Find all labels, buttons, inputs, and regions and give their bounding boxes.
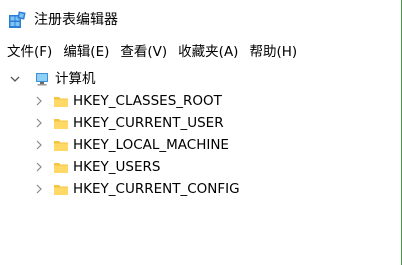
folder-icon	[54, 119, 68, 129]
folder-icon	[54, 141, 68, 151]
folder-icon	[54, 185, 68, 195]
menu-view[interactable]: 查看(V)	[114, 41, 172, 63]
chevron-down-icon[interactable]	[9, 73, 21, 85]
registry-tree: 计算机 HKEY_CLASSES_ROOT HKEY_CURRENT_USER …	[0, 66, 401, 265]
tree-node-hkey-local-machine[interactable]: HKEY_LOCAL_MACHINE	[33, 134, 229, 156]
tree-node-label: 计算机	[55, 71, 96, 87]
menu-file[interactable]: 文件(F)	[0, 41, 57, 63]
menu-favorites[interactable]: 收藏夹(A)	[172, 41, 243, 63]
folder-icon	[54, 97, 68, 107]
menu-bar: 文件(F) 编辑(E) 查看(V) 收藏夹(A) 帮助(H)	[0, 41, 401, 63]
window-title: 注册表编辑器	[34, 12, 118, 28]
registry-editor-icon	[9, 11, 26, 28]
chevron-right-icon[interactable]	[33, 161, 45, 173]
chevron-right-icon[interactable]	[33, 139, 45, 151]
chevron-right-icon[interactable]	[33, 117, 45, 129]
tree-node-hkey-users[interactable]: HKEY_USERS	[33, 156, 160, 178]
tree-node-label: HKEY_LOCAL_MACHINE	[73, 137, 229, 153]
chevron-right-icon[interactable]	[33, 95, 45, 107]
computer-icon	[36, 73, 48, 86]
tree-node-label: HKEY_CURRENT_USER	[73, 115, 224, 131]
tree-node-label: HKEY_USERS	[73, 159, 161, 175]
tree-node-hkey-current-user[interactable]: HKEY_CURRENT_USER	[33, 112, 224, 134]
tree-node-computer[interactable]: 计算机	[9, 68, 96, 90]
menu-help[interactable]: 帮助(H)	[243, 41, 302, 63]
title-bar[interactable]: 注册表编辑器	[0, 0, 401, 40]
registry-editor-window: 注册表编辑器 文件(F) 编辑(E) 查看(V) 收藏夹(A) 帮助(H) 计算…	[0, 0, 402, 265]
tree-node-label: HKEY_CLASSES_ROOT	[73, 93, 222, 109]
tree-node-hkey-current-config[interactable]: HKEY_CURRENT_CONFIG	[33, 178, 240, 200]
chevron-right-icon[interactable]	[33, 183, 45, 195]
tree-node-label: HKEY_CURRENT_CONFIG	[73, 181, 240, 197]
menu-edit[interactable]: 编辑(E)	[57, 41, 114, 63]
tree-node-hkey-classes-root[interactable]: HKEY_CLASSES_ROOT	[33, 90, 222, 112]
folder-icon	[54, 163, 68, 173]
